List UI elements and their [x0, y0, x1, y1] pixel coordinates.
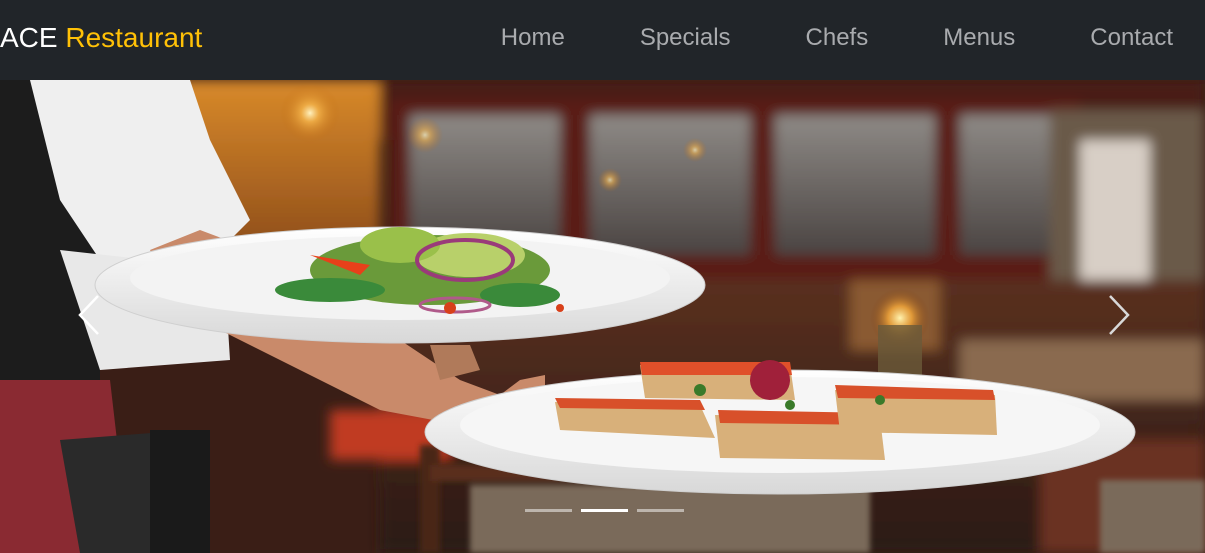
chevron-left-icon: [78, 295, 99, 335]
nav-link-specials[interactable]: Specials: [640, 22, 731, 54]
nav-link-home[interactable]: Home: [501, 22, 565, 54]
carousel-indicator-1[interactable]: [525, 509, 572, 512]
main-nav: Home Specials Chefs Menus Contact: [501, 22, 1173, 54]
nav-link-contact[interactable]: Contact: [1090, 22, 1173, 54]
brand-name-prefix: ACE: [0, 22, 58, 53]
carousel-indicators: [525, 509, 693, 512]
brand-name-accent: Restaurant: [65, 22, 203, 53]
nav-link-chefs[interactable]: Chefs: [806, 22, 869, 54]
nav-link-menus[interactable]: Menus: [943, 22, 1015, 54]
hero-slide-image: [0, 80, 1205, 553]
carousel-prev-button[interactable]: [70, 290, 110, 340]
carousel-indicator-3[interactable]: [637, 509, 684, 512]
carousel-indicator-2[interactable]: [581, 509, 628, 512]
top-navbar: ACE Restaurant Home Specials Chefs Menus…: [0, 0, 1205, 80]
carousel-next-button[interactable]: [1100, 290, 1140, 340]
chevron-right-icon: [1109, 295, 1130, 335]
hero-carousel: [0, 80, 1205, 553]
brand-logo[interactable]: ACE Restaurant: [0, 19, 202, 57]
